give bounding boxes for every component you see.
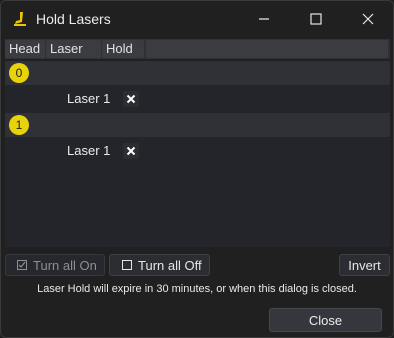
title-bar[interactable]: Hold Lasers xyxy=(1,1,393,37)
invert-label: Invert xyxy=(348,257,381,273)
laser-row[interactable]: Laser 1 xyxy=(5,137,390,165)
close-icon xyxy=(362,13,374,25)
hold-lasers-dialog: Hold Lasers Head Laser Hold 0 Laser 1 1 … xyxy=(0,0,394,338)
turn-all-off-button[interactable]: Turn all Off xyxy=(109,254,210,276)
hold-toggle[interactable] xyxy=(123,91,139,107)
turn-all-off-label: Turn all Off xyxy=(138,257,202,273)
expiry-notice: Laser Hold will expire in 30 minutes, or… xyxy=(37,283,357,295)
column-header-filler xyxy=(146,40,388,58)
hold-toggle[interactable] xyxy=(123,143,139,159)
minimize-button[interactable] xyxy=(241,1,287,37)
column-header-hold[interactable]: Hold xyxy=(102,40,144,58)
column-header-head[interactable]: Head xyxy=(5,40,45,58)
turn-all-on-label: Turn all On xyxy=(33,257,97,273)
turn-all-on-button[interactable]: Turn all On xyxy=(5,254,105,276)
window-title: Hold Lasers xyxy=(36,11,111,27)
x-mark-icon xyxy=(126,94,136,104)
minimize-icon xyxy=(259,18,269,20)
checkbox-icon xyxy=(17,260,27,270)
laser-label: Laser 1 xyxy=(67,143,111,158)
head-group-row[interactable]: 1 xyxy=(5,113,390,137)
maximize-button[interactable] xyxy=(293,1,339,37)
x-mark-icon xyxy=(126,146,136,156)
checkbox-icon xyxy=(122,260,132,270)
laser-label: Laser 1 xyxy=(67,91,111,106)
head-number-badge: 1 xyxy=(9,115,29,135)
app-logo-icon xyxy=(14,12,26,26)
laser-row[interactable]: Laser 1 xyxy=(5,85,390,113)
table-header: Head Laser Hold xyxy=(5,39,390,59)
close-window-button[interactable] xyxy=(345,1,391,37)
maximize-icon xyxy=(310,13,322,25)
head-number-badge: 0 xyxy=(9,63,29,83)
invert-button[interactable]: Invert xyxy=(339,254,390,276)
close-button[interactable]: Close xyxy=(269,308,382,332)
laser-list: 0 Laser 1 1 Laser 1 xyxy=(5,61,390,247)
head-group-row[interactable]: 0 xyxy=(5,61,390,85)
column-header-laser[interactable]: Laser xyxy=(46,40,101,58)
